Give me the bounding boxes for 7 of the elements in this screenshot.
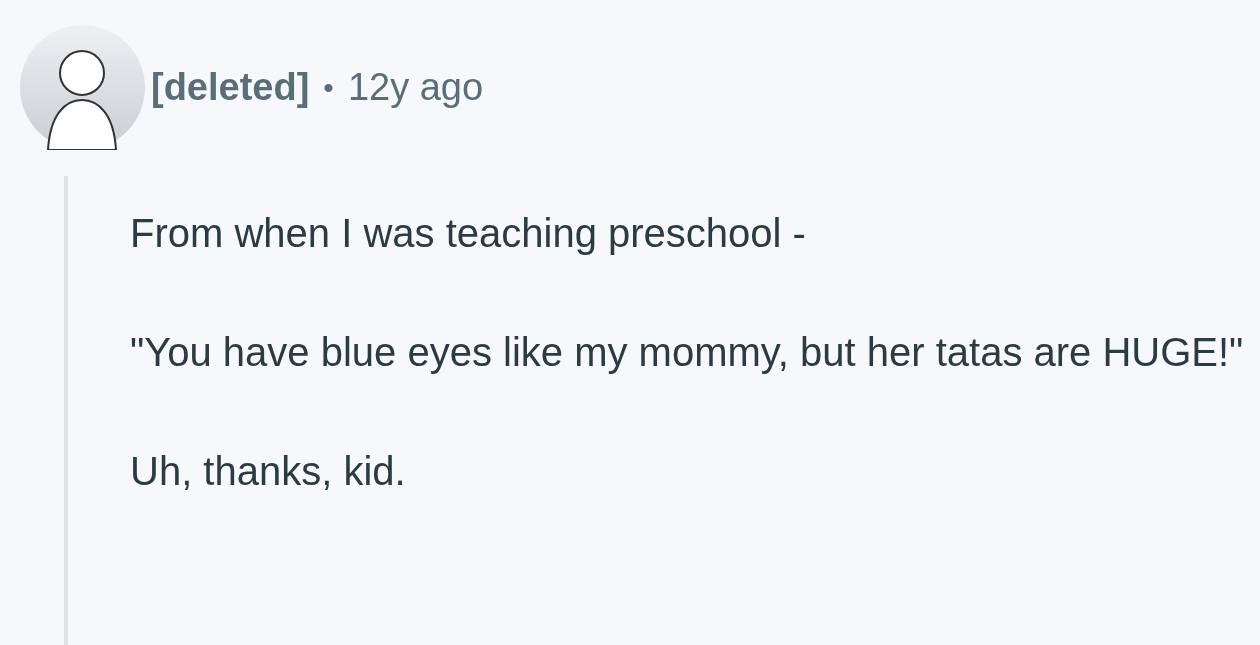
avatar-icon <box>20 25 145 150</box>
comment-paragraph: "You have blue eyes like my mommy, but her tatas are HUGE!" <box>130 329 1245 376</box>
username[interactable]: [deleted] <box>151 59 310 116</box>
separator-dot: • <box>323 70 334 106</box>
timestamp: 12y ago <box>347 65 484 110</box>
comment-paragraph: Uh, thanks, kid. <box>130 448 407 495</box>
comment-paragraph: From when I was teaching preschool - <box>130 210 807 257</box>
